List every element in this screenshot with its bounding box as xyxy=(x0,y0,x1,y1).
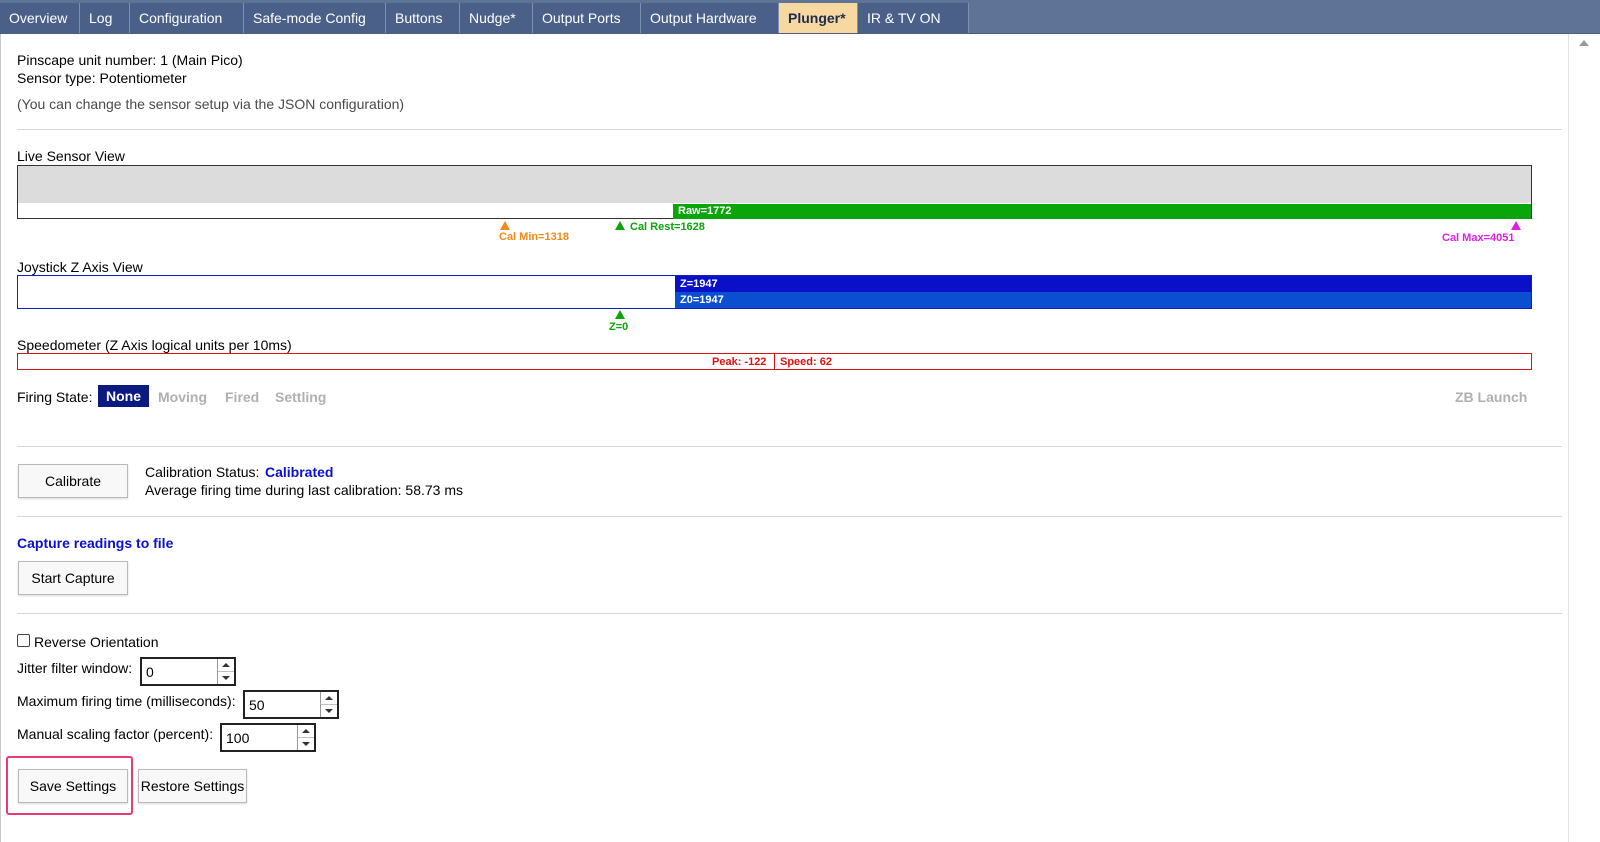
cal-max-label: Cal Max=4051 xyxy=(1442,232,1515,244)
raw-reading-label: Raw=1772 xyxy=(678,205,732,217)
joystick-z-bar: Z=1947 Z0=1947 xyxy=(17,275,1532,309)
json-config-note: (You can change the sensor setup via the… xyxy=(17,96,405,112)
speedometer-title: Speedometer (Z Axis logical units per 10… xyxy=(17,337,292,353)
firing-state-moving: Moving xyxy=(158,389,207,405)
vertical-scrollbar[interactable] xyxy=(1568,34,1600,842)
tab-plunger[interactable]: Plunger* xyxy=(779,3,858,33)
tab-overview[interactable]: Overview xyxy=(0,3,80,33)
tab-log[interactable]: Log xyxy=(80,3,130,33)
tab-output-ports[interactable]: Output Ports xyxy=(533,3,641,33)
scroll-up-arrow-icon[interactable] xyxy=(1579,40,1589,46)
tab-ir-tv-on[interactable]: IR & TV ON xyxy=(858,3,969,33)
spin-up-icon[interactable] xyxy=(218,659,234,672)
zb-launch-indicator: ZB Launch xyxy=(1455,389,1528,405)
live-sensor-title: Live Sensor View xyxy=(17,148,125,164)
jitter-filter-label: Jitter filter window: xyxy=(17,660,133,676)
z0-value-fill: Z0=1947 xyxy=(675,292,1531,308)
cal-rest-label: Cal Rest=1628 xyxy=(630,221,705,233)
plunger-page xyxy=(0,34,1569,842)
spin-up-icon[interactable] xyxy=(321,692,337,705)
tab-bar: Overview Log Configuration Safe-mode Con… xyxy=(0,0,1600,34)
save-settings-button[interactable]: Save Settings xyxy=(18,769,128,803)
speed-center-line xyxy=(774,354,775,369)
average-firing-time-text: Average firing time during last calibrat… xyxy=(145,482,464,498)
restore-settings-button[interactable]: Restore Settings xyxy=(138,769,247,803)
speedometer-bar: Peak: -122 Speed: 62 xyxy=(17,353,1532,370)
jitter-filter-input[interactable] xyxy=(142,659,220,684)
tab-output-hardware[interactable]: Output Hardware xyxy=(641,3,779,33)
firing-state-fired: Fired xyxy=(225,389,260,405)
spin-down-icon[interactable] xyxy=(298,738,314,751)
cal-rest-marker-icon xyxy=(615,221,625,230)
z-value-label: Z=1947 xyxy=(680,278,718,290)
jitter-filter-stepper[interactable] xyxy=(140,657,236,686)
tab-safe-mode-config[interactable]: Safe-mode Config xyxy=(244,3,386,33)
jitter-spin-arrows xyxy=(217,659,234,684)
reverse-orientation-checkbox[interactable] xyxy=(17,634,30,647)
z-value-fill: Z=1947 xyxy=(675,276,1531,292)
tab-buttons[interactable]: Buttons xyxy=(386,3,460,33)
divider xyxy=(17,129,1562,130)
start-capture-button[interactable]: Start Capture xyxy=(18,561,128,595)
live-sensor-bar: Raw=1772 xyxy=(17,165,1532,219)
joystick-z-title: Joystick Z Axis View xyxy=(17,259,143,275)
divider xyxy=(17,516,1562,517)
max-firing-time-stepper[interactable] xyxy=(243,690,339,719)
tab-nudge[interactable]: Nudge* xyxy=(460,3,533,33)
z-zero-marker-icon xyxy=(615,310,625,319)
cal-min-marker-icon xyxy=(500,221,510,230)
z0-value-label: Z0=1947 xyxy=(680,294,724,306)
divider xyxy=(17,446,1562,447)
max-fire-spin-arrows xyxy=(320,692,337,717)
z-zero-label: Z=0 xyxy=(609,321,629,333)
scaling-factor-stepper[interactable] xyxy=(220,723,316,752)
spin-up-icon[interactable] xyxy=(298,725,314,738)
raw-reading-fill: Raw=1772 xyxy=(673,204,1531,219)
scaling-factor-label: Manual scaling factor (percent): xyxy=(17,726,214,742)
max-firing-time-label: Maximum firing time (milliseconds): xyxy=(17,693,236,709)
speed-peak-label: Peak: -122 xyxy=(712,356,767,368)
spin-down-icon[interactable] xyxy=(218,672,234,685)
scaling-spin-arrows xyxy=(297,725,314,750)
calibration-status-label: Calibration Status: xyxy=(145,464,260,480)
calibration-status-value: Calibrated xyxy=(265,464,334,480)
scaling-factor-input[interactable] xyxy=(222,725,300,750)
firing-state-label: Firing State: xyxy=(17,389,93,405)
firing-state-settling: Settling xyxy=(275,389,327,405)
max-firing-time-input[interactable] xyxy=(245,692,323,717)
firing-state-none: None xyxy=(98,385,149,407)
spin-down-icon[interactable] xyxy=(321,705,337,718)
capture-section-title: Capture readings to file xyxy=(17,535,174,551)
cal-max-marker-icon xyxy=(1511,221,1521,230)
cal-min-label: Cal Min=1318 xyxy=(499,231,570,243)
sensor-background-band xyxy=(18,166,1531,203)
calibrate-button[interactable]: Calibrate xyxy=(18,464,128,498)
sensor-type-text: Sensor type: Potentiometer xyxy=(17,70,187,86)
reverse-orientation-label: Reverse Orientation xyxy=(34,634,159,650)
divider xyxy=(17,613,1562,614)
tab-configuration[interactable]: Configuration xyxy=(130,3,244,33)
unit-number-text: Pinscape unit number: 1 (Main Pico) xyxy=(17,52,243,68)
speed-current-label: Speed: 62 xyxy=(780,356,832,368)
